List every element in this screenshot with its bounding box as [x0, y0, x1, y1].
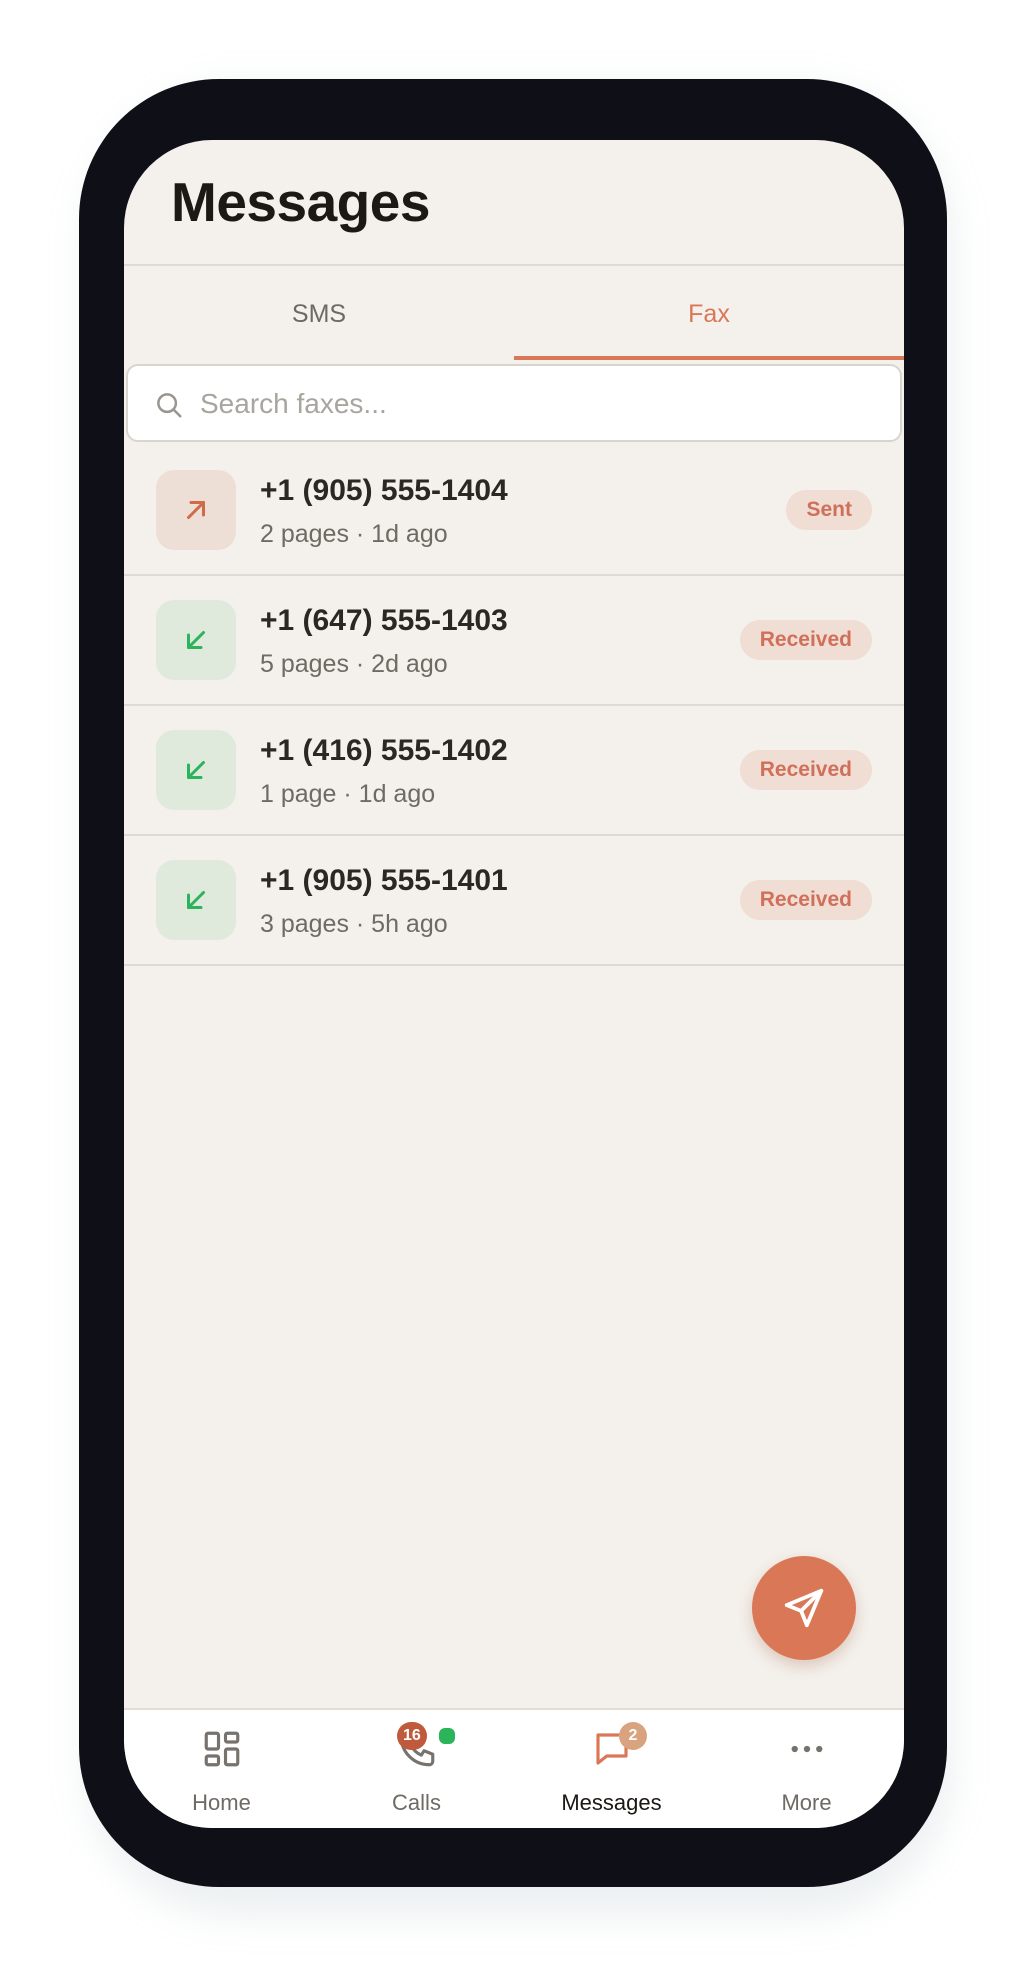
message-tabs: SMS Fax: [124, 266, 904, 362]
send-fax-button[interactable]: [752, 1556, 856, 1660]
bottom-nav: Home 16 Calls 2 Messages More: [124, 1708, 904, 1828]
fax-item[interactable]: +1 (647) 555-1403 5 pages · 2d ago Recei…: [124, 576, 904, 706]
fax-meta: 3 pages · 5h ago: [260, 910, 448, 938]
status-badge: Received: [739, 750, 872, 790]
tab-sms[interactable]: SMS: [124, 266, 514, 362]
incoming-arrow-icon: [156, 860, 236, 940]
nav-more[interactable]: More: [709, 1710, 904, 1828]
incoming-arrow-icon: [156, 600, 236, 680]
search-box: [126, 364, 902, 442]
incoming-arrow-icon: [156, 730, 236, 810]
app-screen: Messages SMS Fax +1 (905) 555-1404 2 pag…: [124, 140, 904, 1828]
status-badge: Received: [739, 880, 872, 920]
search-icon: [157, 393, 182, 418]
calls-count-badge: 16: [397, 1722, 427, 1750]
status-badge: Received: [739, 620, 872, 660]
fax-number: +1 (416) 555-1402: [260, 734, 508, 767]
nav-more-label: More: [781, 1790, 832, 1815]
fax-item[interactable]: +1 (416) 555-1402 1 page · 1d ago Receiv…: [124, 706, 904, 836]
tab-fax[interactable]: Fax: [514, 266, 904, 362]
fax-number: +1 (905) 555-1401: [260, 864, 508, 897]
more-dots-icon: [791, 1745, 823, 1753]
nav-calls-label: Calls: [392, 1790, 441, 1815]
fax-number: +1 (905) 555-1404: [260, 474, 508, 507]
messages-count-badge: 2: [619, 1722, 647, 1750]
nav-calls[interactable]: 16 Calls: [319, 1710, 514, 1828]
fax-item[interactable]: +1 (905) 555-1404 2 pages · 1d ago Sent: [124, 446, 904, 576]
fax-meta: 1 page · 1d ago: [260, 780, 436, 808]
nav-home-label: Home: [192, 1790, 251, 1815]
page-title: Messages: [171, 171, 430, 233]
status-badge: Sent: [786, 490, 872, 530]
active-tab-indicator: [514, 356, 904, 360]
fax-meta: 2 pages · 1d ago: [260, 520, 448, 548]
outgoing-arrow-icon: [156, 470, 236, 550]
fax-list: +1 (905) 555-1404 2 pages · 1d ago Sent …: [124, 446, 904, 966]
grid-icon: [204, 1731, 240, 1767]
fax-meta: 5 pages · 2d ago: [260, 650, 448, 678]
send-icon: [784, 1588, 824, 1628]
presence-status-dot: [437, 1726, 457, 1746]
search-input[interactable]: [198, 378, 882, 430]
fax-item[interactable]: +1 (905) 555-1401 3 pages · 5h ago Recei…: [124, 836, 904, 966]
nav-home[interactable]: Home: [124, 1710, 319, 1828]
fax-number: +1 (647) 555-1403: [260, 604, 508, 637]
nav-messages-label: Messages: [561, 1790, 662, 1815]
nav-messages[interactable]: 2 Messages: [514, 1710, 709, 1828]
